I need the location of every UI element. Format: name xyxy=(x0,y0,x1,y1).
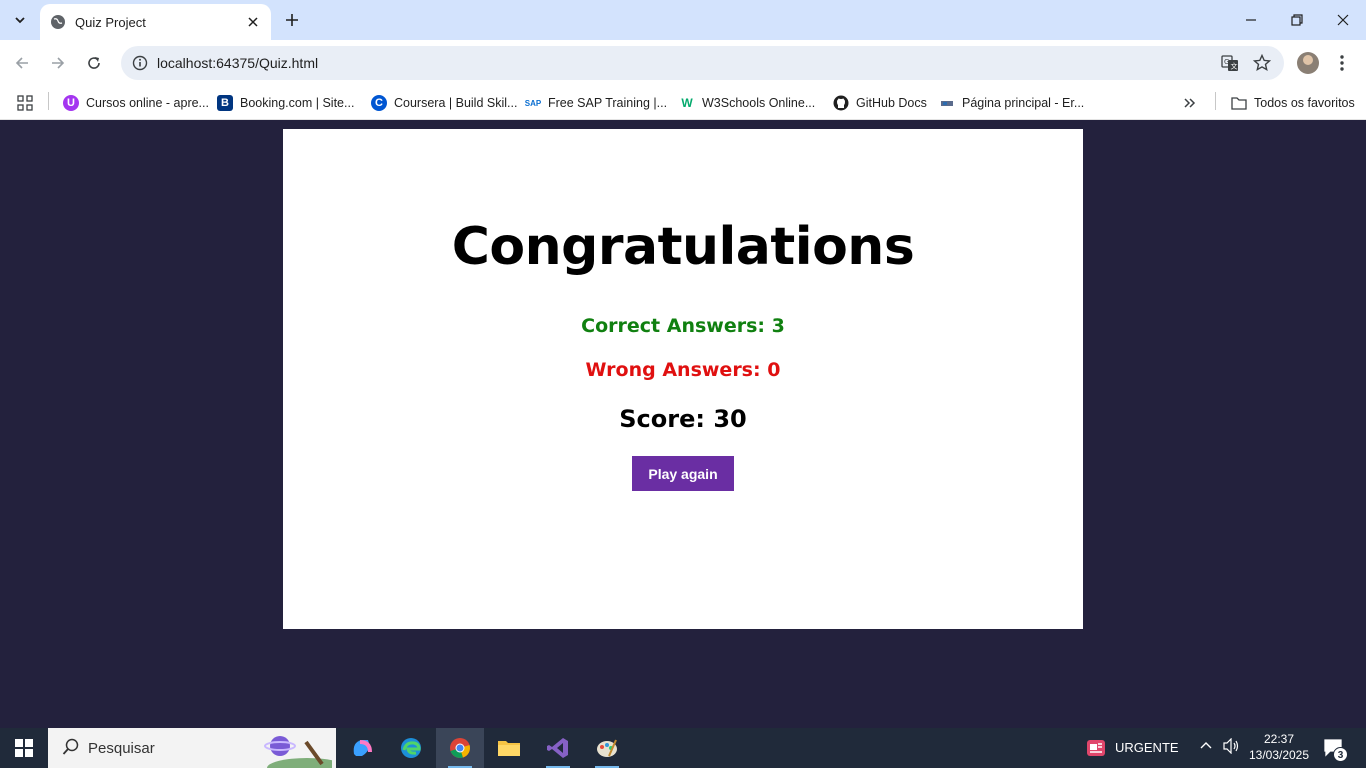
bookmark-label: Coursera | Build Skil... xyxy=(394,96,518,110)
news-label[interactable]: URGENTE xyxy=(1115,740,1179,755)
system-clock[interactable]: 22:37 13/03/2025 xyxy=(1240,731,1318,763)
taskbar-search[interactable]: Pesquisar xyxy=(48,728,347,768)
wrong-answers-text: Wrong Answers: 0 xyxy=(585,359,781,381)
bookmark-github[interactable]: GitHub Docs xyxy=(833,91,927,115)
paint-icon[interactable] xyxy=(583,728,631,768)
search-placeholder: Pesquisar xyxy=(88,739,155,757)
svg-text:G: G xyxy=(1224,58,1229,66)
copilot-icon[interactable] xyxy=(338,728,386,768)
tray-chevron-up-icon[interactable] xyxy=(1199,738,1213,755)
bookmark-star-icon[interactable] xyxy=(1246,47,1278,79)
more-bookmarks-chevron-icon[interactable] xyxy=(1183,91,1197,115)
quiz-result-card: Congratulations Correct Answers: 3 Wrong… xyxy=(283,129,1083,629)
apps-grid-icon[interactable] xyxy=(17,91,33,115)
bookmark-label: Booking.com | Site... xyxy=(240,96,355,110)
correct-answers-text: Correct Answers: 3 xyxy=(581,315,785,337)
github-icon xyxy=(833,95,849,111)
result-title: Congratulations xyxy=(451,217,915,277)
file-explorer-icon[interactable] xyxy=(485,728,533,768)
w3schools-icon: W xyxy=(679,95,695,111)
news-widget-icon[interactable] xyxy=(1082,728,1110,768)
bookmarks-bar: U Cursos online - apre... B Booking.com … xyxy=(0,86,1366,120)
sap-icon: SAP xyxy=(525,95,541,111)
bookmark-label: Página principal - Er... xyxy=(962,96,1085,110)
visual-studio-icon[interactable] xyxy=(534,728,582,768)
windows-start-icon[interactable] xyxy=(0,728,48,768)
tab-search-chevron-icon[interactable] xyxy=(6,6,34,34)
score-text: Score: 30 xyxy=(619,405,747,433)
reload-icon[interactable] xyxy=(80,49,108,77)
bookmark-label: W3Schools Online... xyxy=(702,96,816,110)
restore-icon[interactable] xyxy=(1274,0,1320,40)
forward-arrow-icon[interactable] xyxy=(44,49,72,77)
coursera-icon: C xyxy=(371,95,387,111)
site-icon xyxy=(939,95,955,111)
all-bookmarks-folder[interactable]: Todos os favoritos xyxy=(1231,91,1355,115)
notification-count-badge: 3 xyxy=(1333,747,1348,762)
bookmark-sap[interactable]: SAP Free SAP Training |... xyxy=(525,91,667,115)
close-tab-icon[interactable] xyxy=(245,14,261,30)
menu-kebab-icon[interactable] xyxy=(1330,51,1354,75)
booking-icon: B xyxy=(217,95,233,111)
page-viewport: Congratulations Correct Answers: 3 Wrong… xyxy=(0,121,1366,728)
bookmark-udemy[interactable]: U Cursos online - apre... xyxy=(63,91,209,115)
browser-toolbar: localhost:64375/Quiz.html G文 xyxy=(0,40,1366,86)
search-highlight-icon xyxy=(262,730,347,768)
bookmark-w3schools[interactable]: W W3Schools Online... xyxy=(679,91,815,115)
edge-icon[interactable] xyxy=(387,728,435,768)
tab-title: Quiz Project xyxy=(75,14,146,30)
play-again-button[interactable]: Play again xyxy=(632,456,734,491)
bookmarks-divider xyxy=(1215,92,1216,110)
bookmark-coursera[interactable]: C Coursera | Build Skil... xyxy=(371,91,517,115)
profile-avatar[interactable] xyxy=(1297,52,1319,74)
browser-tab[interactable]: Quiz Project xyxy=(40,4,271,40)
bookmark-label: Free SAP Training |... xyxy=(548,96,668,110)
globe-icon xyxy=(50,14,66,30)
minimize-icon[interactable] xyxy=(1228,0,1274,40)
close-window-icon[interactable] xyxy=(1320,0,1366,40)
translate-icon[interactable]: G文 xyxy=(1214,47,1246,79)
udemy-icon: U xyxy=(63,95,79,111)
url-text[interactable]: localhost:64375/Quiz.html xyxy=(157,55,1214,71)
clock-date: 13/03/2025 xyxy=(1248,748,1310,762)
site-info-icon[interactable] xyxy=(123,46,157,80)
tab-strip: Quiz Project xyxy=(0,0,1366,40)
svg-text:文: 文 xyxy=(1231,62,1238,71)
bookmarks-divider xyxy=(48,92,49,110)
clock-time: 22:37 xyxy=(1263,732,1295,746)
new-tab-plus-icon[interactable] xyxy=(280,8,304,32)
back-arrow-icon[interactable] xyxy=(8,49,36,77)
folder-icon xyxy=(1231,95,1247,111)
address-bar[interactable]: localhost:64375/Quiz.html G文 xyxy=(121,46,1284,80)
windows-taskbar: Pesquisar URGENTE 22:37 13/03/2025 3 xyxy=(0,728,1366,768)
bookmark-label: GitHub Docs xyxy=(856,96,927,110)
chrome-icon[interactable] xyxy=(436,728,484,768)
volume-icon[interactable] xyxy=(1222,737,1240,757)
bookmark-label: Cursos online - apre... xyxy=(86,96,209,110)
bookmark-label: Todos os favoritos xyxy=(1254,96,1355,110)
bookmark-pagina-principal[interactable]: Página principal - Er... xyxy=(939,91,1084,115)
bookmark-booking[interactable]: B Booking.com | Site... xyxy=(217,91,354,115)
search-icon xyxy=(62,738,80,759)
